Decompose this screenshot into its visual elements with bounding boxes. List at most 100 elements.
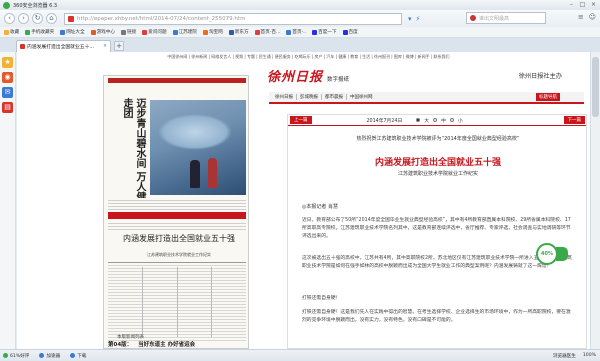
paper-page-title: 当好东道主 办好省运会 [138, 341, 196, 348]
next-article-button[interactable]: 下一篇 [563, 116, 585, 124]
paper-red-banner [108, 212, 246, 219]
font-mid-radio[interactable] [433, 118, 438, 122]
paper-photo [150, 100, 246, 195]
font-small-radio[interactable] [449, 118, 454, 122]
article-paragraph: 打铁还需自身硬！ [302, 296, 341, 301]
status-rating[interactable]: 61%好评 [3, 353, 29, 359]
tab-current[interactable]: 内涵发展打造出全国就业五十... × [16, 40, 111, 52]
menu-item-xuzhou[interactable]: 徐州日报 [272, 94, 297, 100]
page-viewport: 中国徐州网 | 徐州新闻 | 网络发言人 | 视频 | 专题 | 民生通 | 便… [17, 52, 600, 349]
bookmark-item[interactable]: 收藏 [4, 29, 19, 35]
bookmark-icon [286, 29, 292, 35]
article-kicker: 热烈祝贺江苏建筑职业技术学院被评为“2014年度全国就业典型经验高校” [356, 136, 520, 142]
status-accelerator[interactable]: 加速器 [39, 353, 60, 359]
site-brand-sub: 数字报纸 [326, 77, 349, 83]
tab-close-icon[interactable]: × [103, 44, 107, 49]
site-brand: 徐州日报 [267, 70, 324, 85]
bookmark-item[interactable]: 爱问问题 [142, 29, 167, 35]
bookmark-item[interactable]: 百度一下 [312, 29, 337, 35]
bookmark-item[interactable]: 首页-.. [286, 29, 306, 35]
paper-menu: 徐州日报 彭城晚报 都市晨报 中国徐州网 标题导航 [269, 92, 584, 104]
bookmark-item[interactable]: 淘宝网 [202, 29, 223, 35]
search-placeholder[interactable]: 谁出文明最高 [479, 15, 509, 22]
search-engine-icon[interactable] [470, 15, 476, 21]
rating-icon [3, 353, 8, 358]
title-nav-button[interactable]: 标题导航 [536, 93, 560, 101]
bookmark-item[interactable]: 首页-百... [254, 29, 280, 35]
status-download[interactable]: 下载 [70, 353, 86, 359]
prev-article-button[interactable]: 上一篇 [290, 116, 312, 124]
bookmark-icon [312, 29, 318, 35]
address-url[interactable]: http://epaper.xhby.net/html/2014-07/24/c… [77, 16, 245, 22]
dropdown-icon[interactable]: ▾ [408, 15, 412, 23]
menu-item-dushi[interactable]: 都市晨报 [322, 94, 347, 100]
bookmarks-bar: 收藏 手机收藏夹 网址大全 游戏中心 链接 爱问问题 江苏建院 淘宝网 新东方 首页-百... 首页… [0, 27, 600, 38]
float-ball-handle[interactable] [556, 247, 568, 261]
scrollbar-thumb[interactable] [592, 57, 599, 117]
memory-float-ball[interactable]: 40% [536, 243, 558, 265]
site-navigation[interactable]: 中国徐州网 | 徐州新闻 | 网络发言人 | 视频 | 专题 | 民生通 | 便… [17, 52, 600, 61]
newspaper-page-image[interactable]: 迈步青山碧水间 万人健走团 内涵发展打造出全国就业五十强 江苏建筑职业技术学院就… [103, 75, 249, 349]
forward-button[interactable]: › [18, 13, 29, 24]
bookmark-icon [120, 29, 126, 35]
window-title: 360安全浏览器 6.3 [13, 2, 58, 9]
status-right: 浏览器医生 100% [553, 353, 596, 359]
favorites-icon[interactable]: ★ [2, 57, 13, 68]
site-favicon-icon [68, 15, 74, 22]
navigation-bar: ‹ › ↻ ⌂ http://epaper.xhby.net/html/2014… [0, 10, 600, 27]
menu-item-pengcheng[interactable]: 彭城晚报 [297, 94, 322, 100]
article-paragraph: 这次被选出五十强的高校中，江苏共有4所，其中高职院校2所。苏北地区仅有江苏建筑职… [302, 256, 572, 269]
article-paragraph: 近日，教育部公布了50所“2014年度全国毕业生就业典型经验高校”，其中有4所教… [302, 218, 571, 239]
zoom-level[interactable]: 100% [583, 353, 596, 358]
bookmark-item[interactable]: 链接 [120, 29, 136, 35]
vertical-scrollbar[interactable] [590, 52, 600, 349]
back-button[interactable]: ‹ [4, 13, 15, 24]
tab-title: 内涵发展打造出全国就业五十... [27, 45, 94, 50]
font-size-selector: 大 中 小 [416, 117, 463, 124]
bookmark-item[interactable]: 游戏中心 [90, 29, 115, 35]
browser-sidebar: ★ ◉ ✉ ▤ [0, 52, 16, 349]
new-tab-button[interactable]: + [114, 41, 124, 51]
user-icon[interactable]: ☺ [589, 13, 596, 21]
mail-icon[interactable]: ✉ [2, 87, 13, 98]
address-tools: ▾ ⚡ [408, 15, 420, 23]
bookmark-item[interactable]: 江苏建院 [172, 29, 197, 35]
paper-header-band [108, 78, 246, 83]
bookmark-item[interactable]: 新东方 [228, 29, 249, 35]
toolbar-right: ≡ ☺ [578, 13, 596, 21]
bookmark-item[interactable]: 手机收藏夹 [25, 29, 54, 35]
paper-body-columns [108, 262, 246, 342]
bookmark-icon [254, 29, 260, 35]
maximize-icon[interactable]: □ [578, 1, 587, 8]
bookmark-icon [202, 29, 208, 35]
minimize-icon[interactable]: – [567, 1, 576, 8]
article-paragraph: 打铁还需自身硬！这是我们先人在实践中得出的智慧。在考生选择学校、企业选择生的市场… [302, 310, 571, 323]
paper-news-list-link[interactable]: 本版新闻列表 [117, 334, 144, 340]
bookmark-item[interactable]: 网址大全 [60, 29, 85, 35]
window-controls: – □ × [567, 1, 598, 8]
bookmark-icon [90, 29, 96, 35]
paper-vertical-headline: 迈步青山碧水间 万人健走团 [121, 98, 145, 202]
refresh-button[interactable]: ↻ [32, 13, 43, 24]
bookmark-icon [60, 29, 66, 35]
menu-item-cnxz[interactable]: 中国徐州网 [347, 94, 376, 100]
notes-icon[interactable]: ▤ [2, 102, 13, 113]
paper-headline[interactable]: 内涵发展打造出全国就业五十强 [112, 234, 246, 244]
status-bar: 61%好评 加速器 下载 浏览器医生 100% [0, 349, 600, 361]
home-button[interactable]: ⌂ [46, 13, 57, 24]
search-box[interactable]: 谁出文明最高 [466, 12, 546, 24]
site-host: 徐州日报社主办 [518, 73, 562, 80]
address-bar[interactable]: http://epaper.xhby.net/html/2014-07/24/c… [64, 12, 402, 25]
tab-strip: 内涵发展打造出全国就业五十... × + [0, 38, 600, 52]
browser-doctor[interactable]: 浏览器医生 [553, 353, 576, 359]
font-large-radio[interactable] [416, 118, 421, 122]
weibo-icon[interactable]: ◉ [2, 72, 13, 83]
bookmark-item[interactable]: 百度 [342, 29, 358, 35]
menu-icon[interactable]: ≡ [578, 13, 584, 21]
lightning-icon[interactable]: ⚡ [416, 15, 421, 23]
article-panel: 上一篇 2014年7月24日 大 中 小 下一篇 热烈祝贺江苏建筑职业技术学院被… [287, 114, 587, 349]
article-toolbar: 上一篇 2014年7月24日 大 中 小 下一篇 [288, 115, 586, 126]
close-icon[interactable]: × [589, 1, 598, 8]
article-date: 2014年7月24日 [366, 118, 403, 124]
window-titlebar: 360安全浏览器 6.3 – □ × [0, 0, 600, 10]
